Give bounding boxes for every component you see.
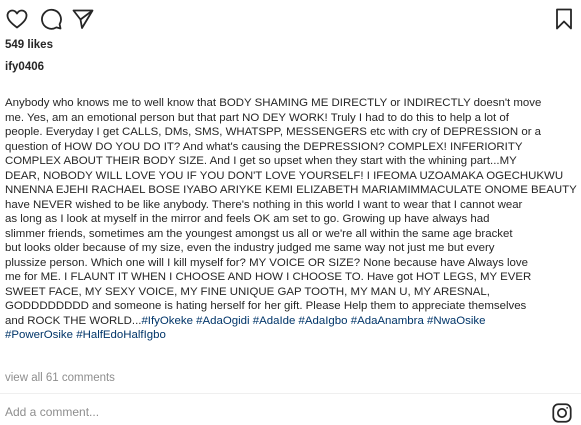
caption-line: question of HOW DO YOU DO IT? And what's… — [5, 140, 523, 153]
caption-line: slimmer friends, sometimes am the younge… — [5, 227, 513, 240]
hashtag-link[interactable]: #HalfEdoHalfIgbo — [76, 329, 166, 341]
caption-line: have NEVER wished to be like anybody. Th… — [5, 198, 523, 211]
share-icon[interactable] — [71, 7, 95, 31]
hashtag-link[interactable]: #AdaIde — [253, 315, 296, 327]
bookmark-icon[interactable] — [552, 7, 576, 31]
hashtag-link[interactable]: #AdaAnambra — [351, 315, 424, 327]
caption-line: but looks older because of my size, even… — [5, 242, 495, 254]
caption-line: GODDDDDDDD and someone is hating herself… — [5, 300, 527, 312]
caption-line: Anybody who knows me to well know that B… — [5, 97, 542, 109]
post-actions-bar — [5, 7, 576, 33]
hashtag-link[interactable]: #NwaOsike — [427, 315, 485, 327]
post-caption: Anybody who knows me to well know that B… — [5, 96, 577, 343]
post-author-username[interactable]: ify0406 — [5, 61, 44, 73]
caption-line: COMPLEX ABOUT THEIR BODY SIZE. And I get… — [5, 155, 517, 167]
caption-line: NNENNA EJEHI RACHAEL BOSE IYABO ARIYKE K… — [5, 184, 577, 196]
caption-line-with-hashtags: and ROCK THE WORLD...#IfyOkeke #AdaOgidi… — [5, 314, 576, 329]
caption-text: and ROCK THE WORLD... — [5, 314, 142, 327]
divider — [0, 393, 581, 394]
caption-line: me for ME. I FLAUNT IT WHEN I CHOOSE AND… — [5, 271, 532, 283]
hashtag-link[interactable]: #AdaOgidi — [196, 315, 249, 327]
caption-line: plussize person. Which one will I kill m… — [5, 256, 528, 269]
caption-line: me. Yes, am an emotional person but that… — [5, 111, 509, 124]
likes-count[interactable]: 549 likes — [5, 39, 53, 51]
add-comment-input[interactable] — [5, 403, 525, 421]
view-all-comments-link[interactable]: view all 61 comments — [5, 372, 115, 384]
hashtag-link[interactable]: #PowerOsike — [5, 329, 73, 341]
hashtag-line: #PowerOsike #HalfEdoHalfIgbo — [5, 328, 576, 343]
comment-icon[interactable] — [39, 7, 63, 31]
instagram-icon[interactable] — [551, 402, 573, 424]
hashtag-link[interactable]: #IfyOkeke — [141, 315, 193, 327]
hashtag-link[interactable]: #AdaIgbo — [299, 315, 348, 327]
caption-line: as long as I look at myself in the mirro… — [5, 213, 490, 225]
caption-line: DEAR, NOBODY WILL LOVE YOU IF YOU DON'T … — [5, 169, 564, 182]
caption-line: people. Everyday I get CALLS, DMs, SMS, … — [5, 126, 542, 138]
heart-icon[interactable] — [5, 7, 29, 31]
caption-line: SWEET FACE, MY SEXY VOICE, MY FINE UNIQU… — [5, 285, 490, 298]
